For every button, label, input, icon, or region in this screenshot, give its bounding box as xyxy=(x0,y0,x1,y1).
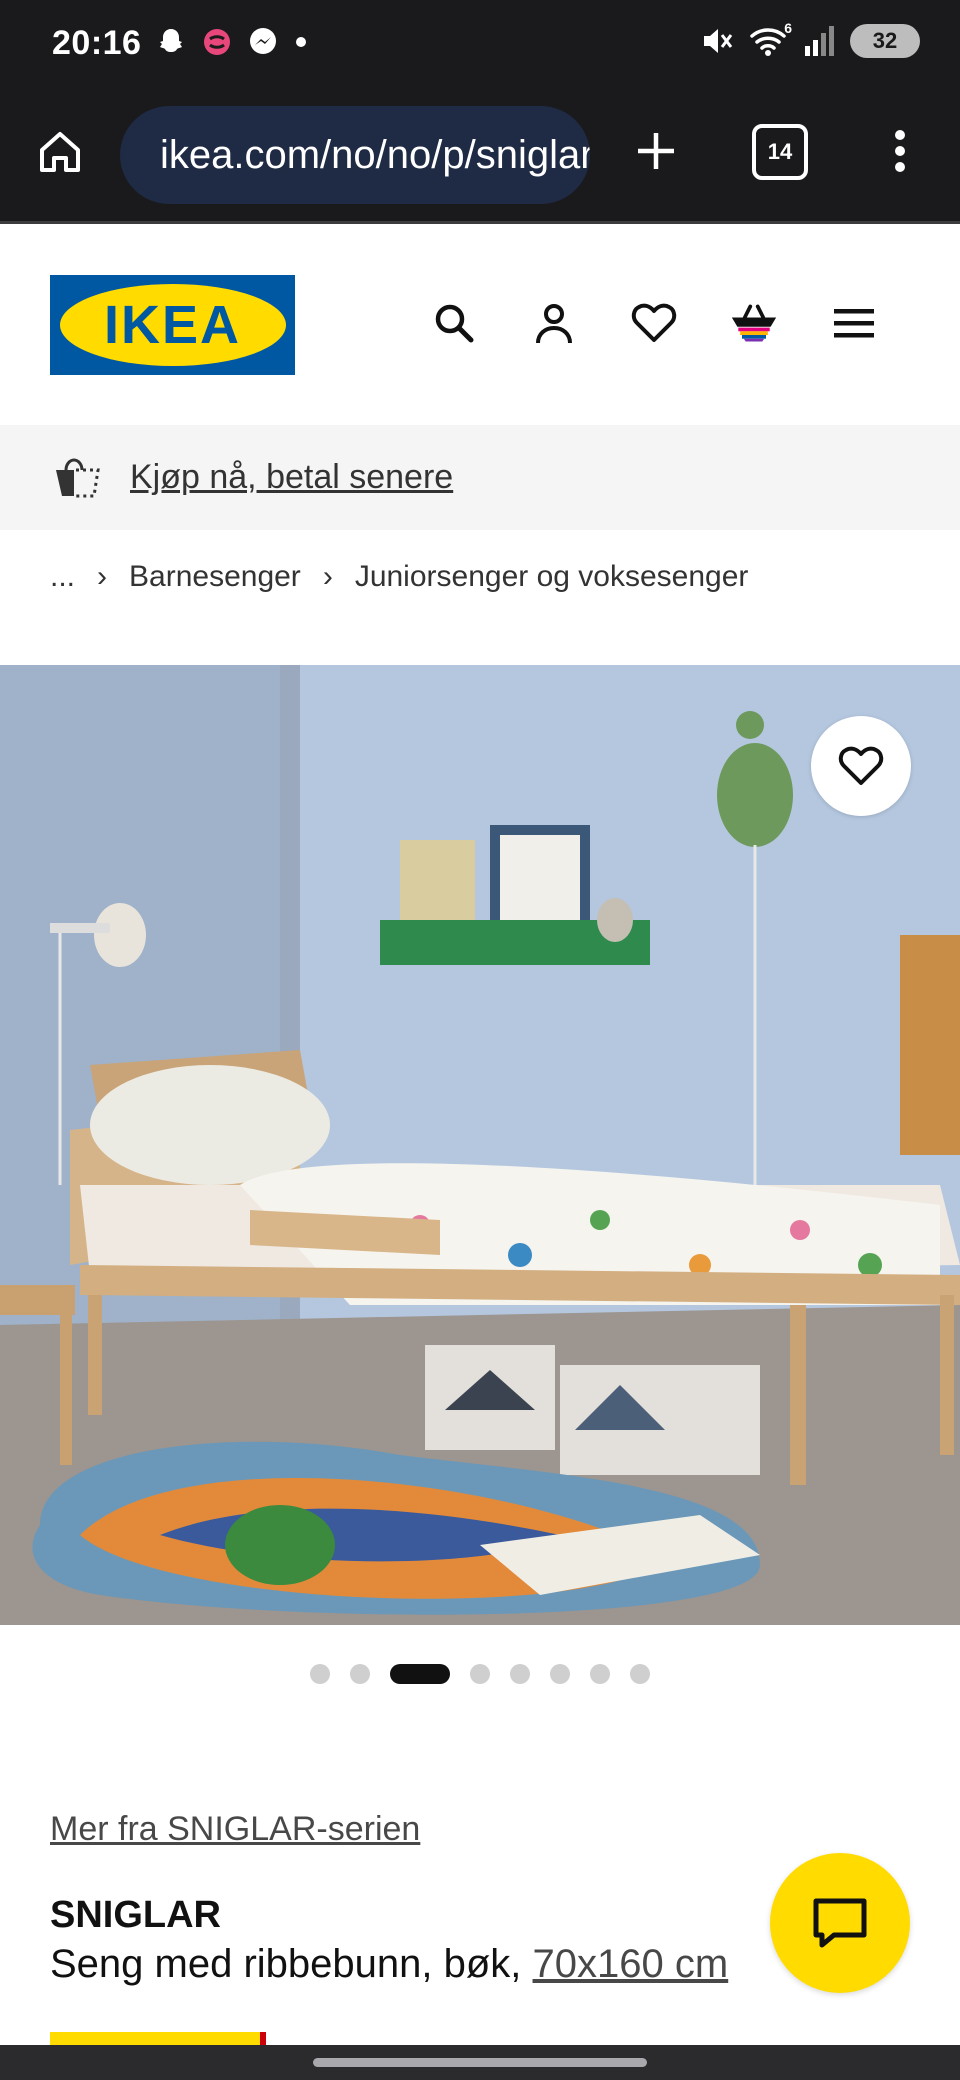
wifi-indicator: 6 xyxy=(748,20,792,58)
chevron-right-icon: › xyxy=(97,560,108,593)
chat-button[interactable] xyxy=(770,1853,910,1993)
wifi-icon xyxy=(750,28,786,56)
breadcrumb-item-barnesenger[interactable]: Barnesenger xyxy=(129,560,301,594)
more-vert-icon xyxy=(895,130,905,172)
logo-text: IKEA xyxy=(103,295,241,355)
product-photo-illustration xyxy=(0,665,960,1625)
pay-later-link[interactable]: Kjøp nå, betal senere xyxy=(130,458,453,497)
ikea-logo[interactable]: IKEA xyxy=(50,275,295,375)
plus-icon xyxy=(638,133,674,169)
carousel-dot[interactable] xyxy=(510,1664,530,1684)
pay-later-icon xyxy=(56,457,100,497)
url-text: ikea.com/no/no/p/sniglar xyxy=(160,132,590,177)
status-bar: 20:16 6 32 xyxy=(0,0,960,90)
chevron-right-icon: › xyxy=(322,560,333,593)
price-accent xyxy=(260,2032,266,2046)
wifi-label: 6 xyxy=(784,20,792,36)
tab-count: 14 xyxy=(767,139,793,164)
save-to-favorites-button[interactable] xyxy=(811,716,911,816)
breadcrumb: ... › Barnesenger › Juniorsenger og voks… xyxy=(50,560,748,594)
battery-indicator: 32 xyxy=(850,24,920,58)
heart-icon xyxy=(631,303,677,342)
carousel-dot[interactable] xyxy=(590,1664,610,1684)
carousel-dot[interactable] xyxy=(630,1664,650,1684)
menu-button[interactable] xyxy=(830,299,878,347)
status-left-icons xyxy=(155,26,309,58)
carousel-dot[interactable] xyxy=(310,1664,330,1684)
browser-toolbar: ikea.com/no/no/p/sniglar 14 xyxy=(0,90,960,224)
carousel-indicator xyxy=(0,1664,960,1684)
status-time: 20:16 xyxy=(52,24,142,62)
favorites-button[interactable] xyxy=(630,299,678,347)
price-highlight xyxy=(50,2032,260,2046)
site-header: IKEA xyxy=(0,227,960,425)
snapchat-icon xyxy=(160,29,182,52)
browser-menu-button[interactable] xyxy=(880,120,920,182)
header-icons xyxy=(430,299,878,347)
hamburger-menu-icon xyxy=(834,309,874,338)
carousel-dot[interactable] xyxy=(350,1664,370,1684)
carousel-dot[interactable] xyxy=(390,1664,450,1684)
heart-icon xyxy=(838,746,884,785)
dot-icon xyxy=(296,37,306,47)
product-description-text: Seng med ribbebunn, bøk, xyxy=(50,1942,533,1986)
account-icon xyxy=(536,304,572,344)
account-button[interactable] xyxy=(530,299,578,347)
address-bar[interactable]: ikea.com/no/no/p/sniglar xyxy=(120,106,590,204)
breadcrumb-ellipsis[interactable]: ... xyxy=(50,560,75,594)
search-icon xyxy=(435,304,474,343)
logo-oval: IKEA xyxy=(59,284,286,366)
series-link[interactable]: Mer fra SNIGLAR-serien xyxy=(50,1810,420,1849)
size-link[interactable]: 70x160 cm xyxy=(533,1942,729,1986)
breadcrumb-item-juniorsenger[interactable]: Juniorsenger og voksesenger xyxy=(355,560,749,594)
carousel-dot[interactable] xyxy=(470,1664,490,1684)
search-button[interactable] xyxy=(430,299,478,347)
promo-banner: Kjøp nå, betal senere xyxy=(0,425,960,530)
signal-icon xyxy=(805,26,834,56)
new-tab-button[interactable] xyxy=(625,120,687,182)
carousel-dot[interactable] xyxy=(550,1664,570,1684)
battery-level: 32 xyxy=(872,28,898,53)
chat-icon xyxy=(813,1898,867,1948)
basket-button[interactable] xyxy=(730,299,778,347)
mute-icon xyxy=(704,29,733,53)
messenger-icon xyxy=(250,28,276,54)
browser-home-button[interactable] xyxy=(30,122,90,182)
tab-switcher-button[interactable]: 14 xyxy=(752,124,808,180)
basket-icon xyxy=(731,304,777,342)
status-right-icons: 6 32 xyxy=(700,20,920,58)
product-name: SNIGLAR xyxy=(50,1894,221,1936)
product-image[interactable] xyxy=(0,665,960,1625)
product-description: Seng med ribbebunn, bøk, 70x160 cm xyxy=(50,1942,728,1987)
home-icon xyxy=(40,132,80,172)
home-gesture-handle[interactable] xyxy=(313,2058,647,2067)
threads-icon xyxy=(204,29,230,55)
